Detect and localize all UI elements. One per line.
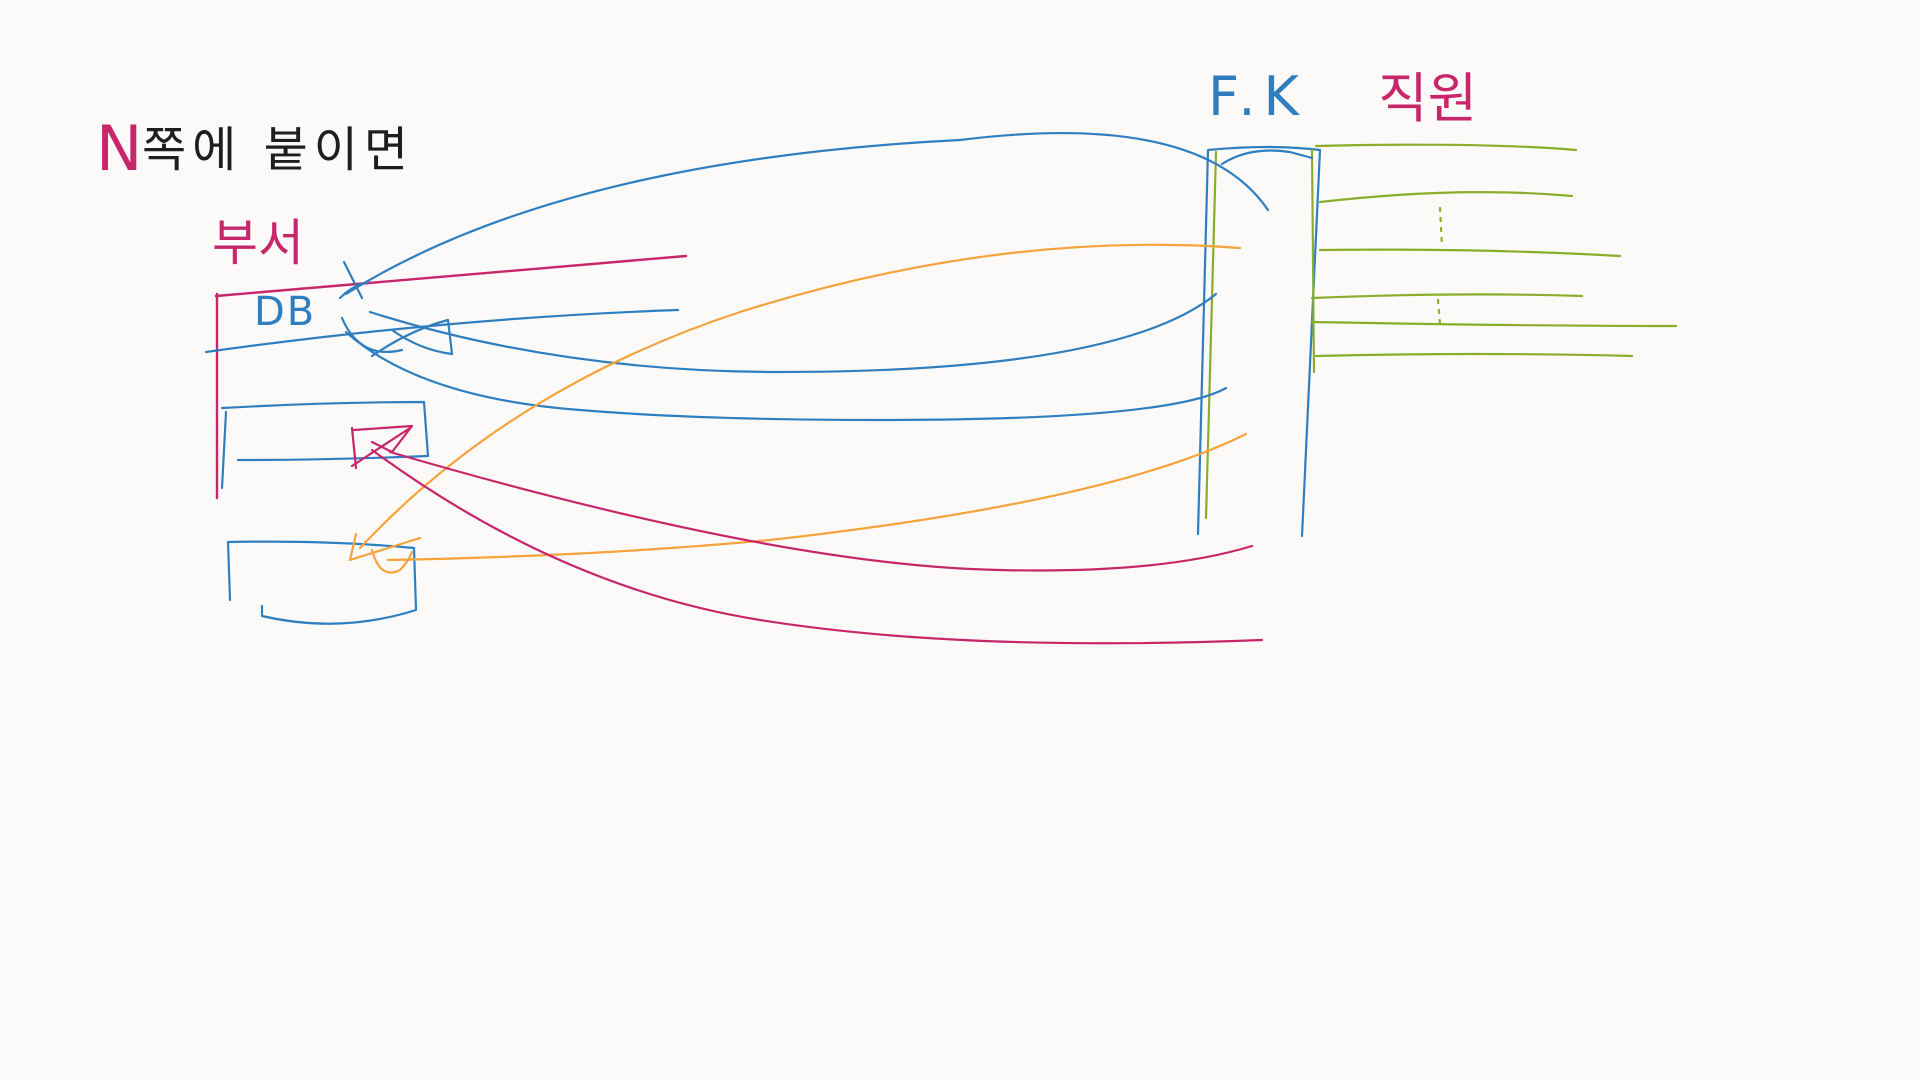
employee-ellipsis-dots	[1436, 206, 1444, 326]
row-cross-marks	[338, 260, 454, 574]
magenta-connectors	[370, 448, 1264, 645]
employee-row-line	[1310, 320, 1678, 328]
employee-row-line	[1318, 248, 1622, 258]
blue-connector	[368, 292, 1218, 374]
employee-label: 직원	[1378, 67, 1478, 130]
whiteboard-canvas[interactable]: N 쪽에 붙이면 부서 DB F.K 직원	[0, 0, 1920, 1080]
employee-row-line	[1318, 191, 1574, 204]
orange-connector	[386, 432, 1248, 562]
orange-connector	[358, 243, 1242, 550]
foreign-key-label: F.K	[1208, 65, 1307, 128]
employee-table	[1196, 143, 1678, 538]
magenta-connector	[388, 450, 1254, 572]
department-row-3-box	[226, 540, 418, 625]
magenta-connector	[370, 448, 1264, 645]
orange-connectors	[358, 243, 1248, 562]
fk-inner-loop	[1220, 149, 1314, 166]
employee-fk-column-blue	[1196, 145, 1322, 538]
title-text: 쪽에 붙이면	[142, 122, 415, 178]
row-2-cross-mark	[350, 424, 414, 470]
title-letter-n: N	[96, 112, 143, 185]
employee-row-line	[1310, 293, 1584, 300]
department-label: 부서	[212, 214, 304, 272]
employee-fk-column-green	[1204, 148, 1316, 520]
employee-row-line	[1314, 352, 1634, 358]
blue-connectors	[344, 132, 1270, 422]
blue-connector-arc	[344, 132, 1270, 296]
row-3-cross-mark	[348, 532, 422, 574]
db-label: DB	[254, 289, 317, 335]
employee-row-line	[1314, 143, 1578, 152]
